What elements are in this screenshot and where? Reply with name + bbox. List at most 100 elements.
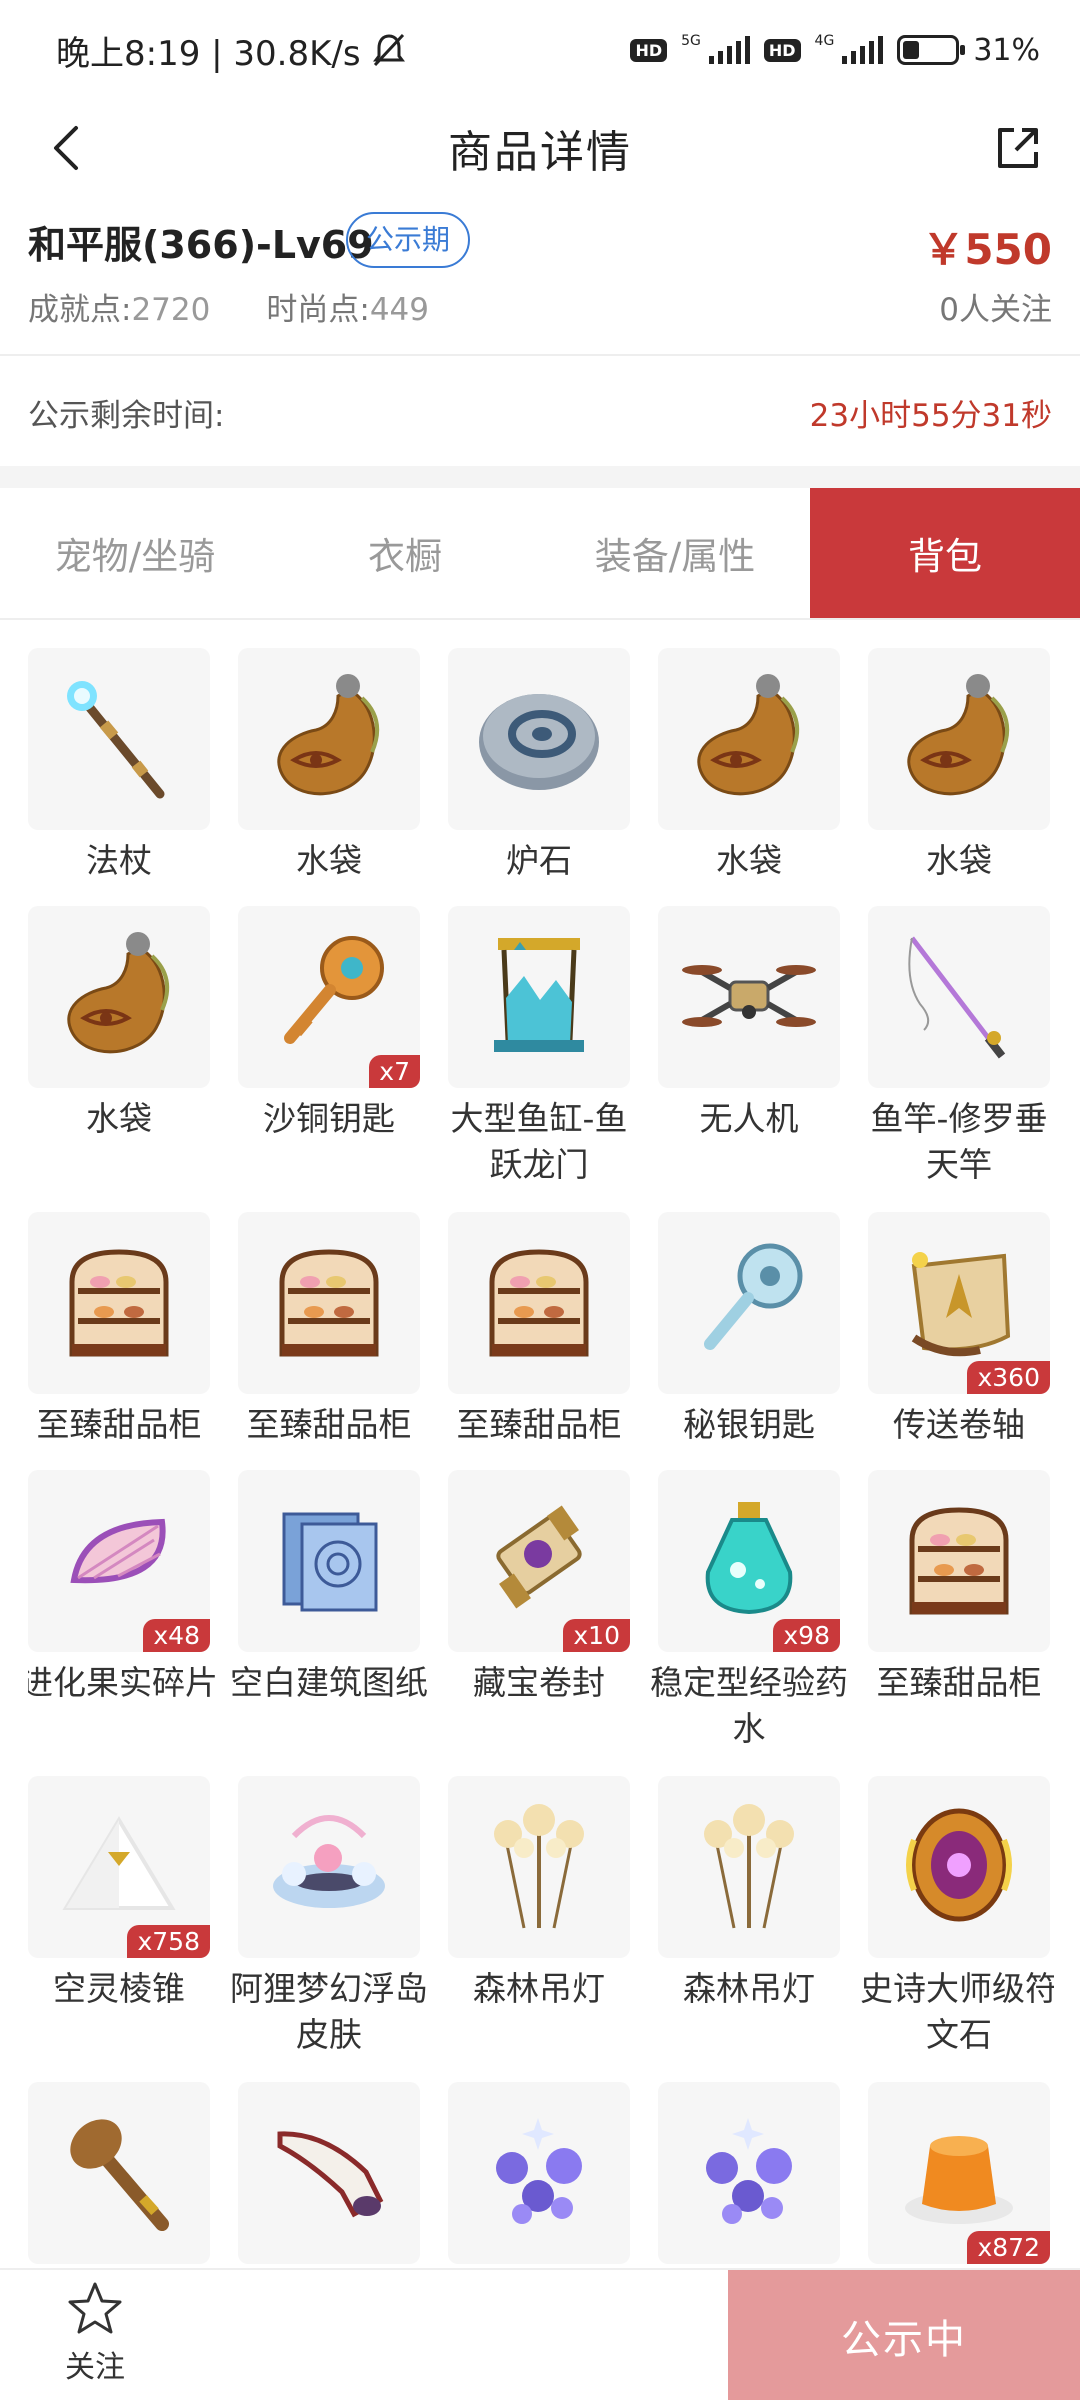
product-info: 和平服(366)-Lv69 公示期 成就点:2720 时尚点:449 ￥550 … — [0, 200, 1080, 356]
floating-island-icon — [254, 1790, 404, 1944]
achievement-points: 成就点:2720 — [28, 284, 210, 329]
backpack-item[interactable]: 至臻甜品柜 — [448, 1212, 630, 1470]
mute-bell-icon — [372, 33, 405, 67]
backpack-item[interactable]: 无人机 — [658, 906, 840, 1212]
backpack-item[interactable]: x872 — [868, 2082, 1050, 2268]
item-tile: x10 — [448, 1470, 630, 1652]
item-tile: x48 — [28, 1470, 210, 1652]
rune-stone-icon — [884, 1790, 1034, 1944]
price: ￥550 — [922, 225, 1052, 274]
backpack-item[interactable]: 史诗大师级符文石 — [860, 1776, 1054, 2082]
bottom-bar: 关注 公示中 — [0, 2268, 1080, 2400]
item-tile — [28, 648, 210, 830]
item-tile — [448, 648, 630, 830]
item-name: 至臻甜品柜 — [36, 1405, 202, 1444]
category-tabs: 宠物/坐骑 衣橱 装备/属性 背包 — [0, 488, 1080, 620]
backpack-item[interactable]: 秘银钥匙 — [658, 1212, 840, 1470]
backpack-item[interactable]: x10 藏宝卷封 — [448, 1470, 630, 1776]
item-tile — [238, 1776, 420, 1958]
tab-wardrobe[interactable]: 衣橱 — [270, 488, 540, 618]
item-name: 史诗大师级符文石 — [860, 1969, 1054, 2054]
fashion-points: 时尚点:449 — [266, 284, 429, 329]
item-tile — [868, 1470, 1050, 1652]
backpack-item[interactable]: 空白建筑图纸 — [230, 1470, 428, 1776]
battery-percent: 31% — [973, 32, 1040, 68]
tab-backpack[interactable]: 背包 — [810, 488, 1080, 618]
backpack-item[interactable]: 至臻甜品柜 — [868, 1470, 1050, 1776]
dessert-cabinet-icon — [254, 1226, 404, 1380]
item-name: 森林吊灯 — [683, 1969, 815, 2008]
item-quantity-badge: x7 — [369, 1055, 420, 1088]
nav-header: 商品详情 — [0, 100, 1080, 196]
item-quantity-badge: x98 — [773, 1619, 840, 1652]
follow-button[interactable]: 关注 — [40, 2280, 150, 2392]
backpack-item[interactable]: 水袋 — [658, 648, 840, 906]
pyramid-icon — [44, 1790, 194, 1944]
publicity-status-button[interactable]: 公示中 — [728, 2270, 1080, 2400]
backpack-grid: 法杖 水袋 炉石 水袋 水袋 水袋 x7 沙铜钥匙 大型鱼缸-鱼跃龙门 无人机 鱼竿-修罗垂天竿 至臻… — [28, 648, 1054, 2268]
item-name: 森林吊灯 — [473, 1969, 605, 2008]
achievement-label: 成就点: — [28, 292, 132, 328]
countdown-label: 公示剩余时间: — [28, 397, 225, 434]
battery-icon — [897, 35, 966, 65]
backpack-item[interactable]: x98 稳定型经验药水 — [650, 1470, 848, 1776]
network-5g-label: 5G — [681, 32, 701, 49]
follower-count: 0人关注 — [939, 292, 1052, 328]
backpack-item[interactable]: 森林吊灯 — [448, 1776, 630, 2082]
item-tile — [658, 1212, 840, 1394]
battery-fill — [903, 41, 920, 59]
item-name: 阿狸梦幻浮岛皮肤 — [230, 1969, 428, 2054]
backpack-item[interactable]: 森林吊灯 — [658, 1776, 840, 2082]
item-name: 大型鱼缸-鱼跃龙门 — [450, 1099, 628, 1184]
backpack-item[interactable] — [28, 2082, 210, 2268]
backpack-item[interactable] — [448, 2082, 630, 2268]
backpack-item[interactable] — [238, 2082, 420, 2268]
item-quantity-badge: x10 — [563, 1619, 630, 1652]
item-name: 水袋 — [716, 841, 782, 880]
network-4g-label: 4G — [814, 32, 835, 49]
back-arrow-icon[interactable] — [40, 120, 96, 176]
product-stats: 成就点:2720 时尚点:449 — [28, 284, 429, 329]
backpack-item[interactable]: 鱼竿-修罗垂天竿 — [868, 906, 1050, 1212]
product-name: 和平服(366)-Lv69 — [28, 223, 374, 267]
item-name: 进化果实碎片 — [28, 1663, 218, 1702]
item-tile — [28, 1212, 210, 1394]
horn-icon — [254, 2096, 404, 2250]
dessert-cabinet-icon — [884, 1484, 1034, 1638]
tab-equipment-attributes[interactable]: 装备/属性 — [540, 488, 810, 618]
item-tile — [658, 648, 840, 830]
backpack-item[interactable] — [658, 2082, 840, 2268]
backpack-item[interactable]: 水袋 — [28, 906, 210, 1212]
backpack-item[interactable]: x360 传送卷轴 — [868, 1212, 1050, 1470]
backpack-item[interactable]: 水袋 — [238, 648, 420, 906]
drone-icon — [674, 920, 824, 1074]
status-time-speed: 晚上8:19 | 30.8K/s — [56, 33, 361, 74]
backpack-item[interactable]: x758 空灵棱锥 — [28, 1776, 210, 2082]
tab-pets-mounts[interactable]: 宠物/坐骑 — [0, 488, 270, 618]
fruit-fragment-icon — [44, 1484, 194, 1638]
dessert-cabinet-icon — [464, 1226, 614, 1380]
signal-icon — [708, 36, 750, 64]
water-bag-icon — [674, 662, 824, 816]
backpack-item[interactable]: 炉石 — [448, 648, 630, 906]
countdown-row: 公示剩余时间: 23小时55分31秒 — [0, 358, 1080, 466]
backpack-item[interactable]: 至臻甜品柜 — [28, 1212, 210, 1470]
fish-tank-icon — [464, 920, 614, 1074]
backpack-item[interactable]: 水袋 — [868, 648, 1050, 906]
backpack-item[interactable]: 大型鱼缸-鱼跃龙门 — [448, 906, 630, 1212]
item-name: 沙铜钥匙 — [263, 1099, 395, 1138]
teleport-scroll-icon — [884, 1226, 1034, 1380]
backpack-item[interactable]: x48 进化果实碎片 — [28, 1470, 218, 1776]
item-tile — [658, 2082, 840, 2264]
backpack-item[interactable]: x7 沙铜钥匙 — [238, 906, 420, 1212]
hd-badge: HD — [630, 38, 668, 62]
item-tile: x7 — [238, 906, 420, 1088]
share-icon[interactable] — [992, 122, 1044, 174]
page-title: 商品详情 — [448, 127, 632, 178]
item-tile: x360 — [868, 1212, 1050, 1394]
backpack-item[interactable]: 阿狸梦幻浮岛皮肤 — [230, 1776, 428, 2082]
item-tile — [448, 1212, 630, 1394]
item-tile — [448, 1776, 630, 1958]
backpack-item[interactable]: 至臻甜品柜 — [238, 1212, 420, 1470]
backpack-item[interactable]: 法杖 — [28, 648, 210, 906]
